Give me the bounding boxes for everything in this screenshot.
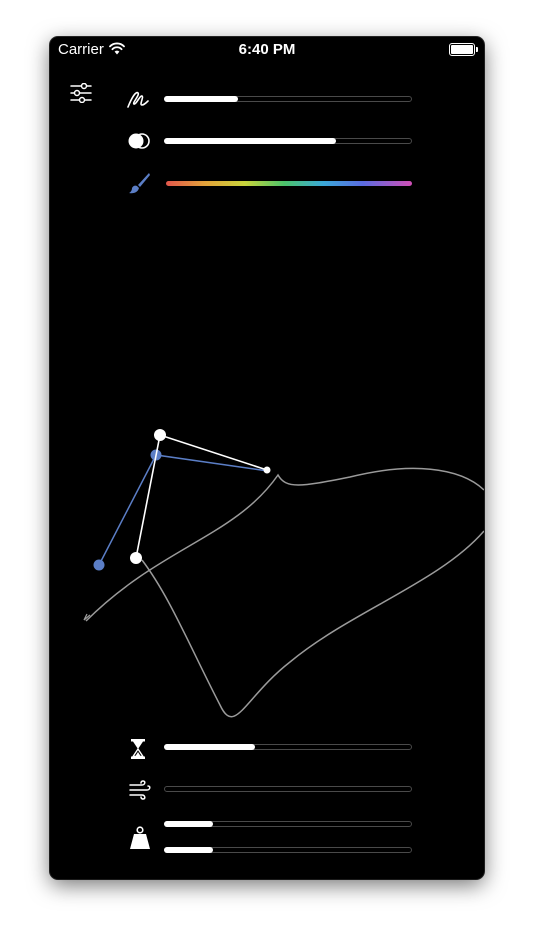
drawing-canvas[interactable] — [50, 37, 484, 879]
phone-screen: Carrier 6:40 PM — [50, 37, 484, 879]
wind-icon — [129, 780, 151, 800]
weight-icon — [130, 826, 150, 849]
weight-fill-a — [164, 821, 214, 827]
white-control-handle-top[interactable] — [154, 429, 166, 441]
white-anchor-point[interactable] — [263, 466, 271, 474]
blue-control-skeleton — [98, 454, 269, 566]
blue-control-handle[interactable] — [93, 559, 105, 571]
hourglass-icon — [131, 739, 145, 759]
weight-slider-a[interactable] — [164, 821, 412, 827]
duration-fill — [164, 744, 256, 750]
weight-fill-b — [164, 847, 214, 853]
bezier-swoop-curve — [141, 530, 484, 718]
weight-slider-b[interactable] — [164, 847, 412, 853]
wind-slider[interactable] — [164, 786, 412, 792]
duration-slider[interactable] — [164, 744, 412, 750]
bezier-trail-curve — [85, 467, 484, 622]
white-control-handle-bottom[interactable] — [130, 552, 142, 564]
